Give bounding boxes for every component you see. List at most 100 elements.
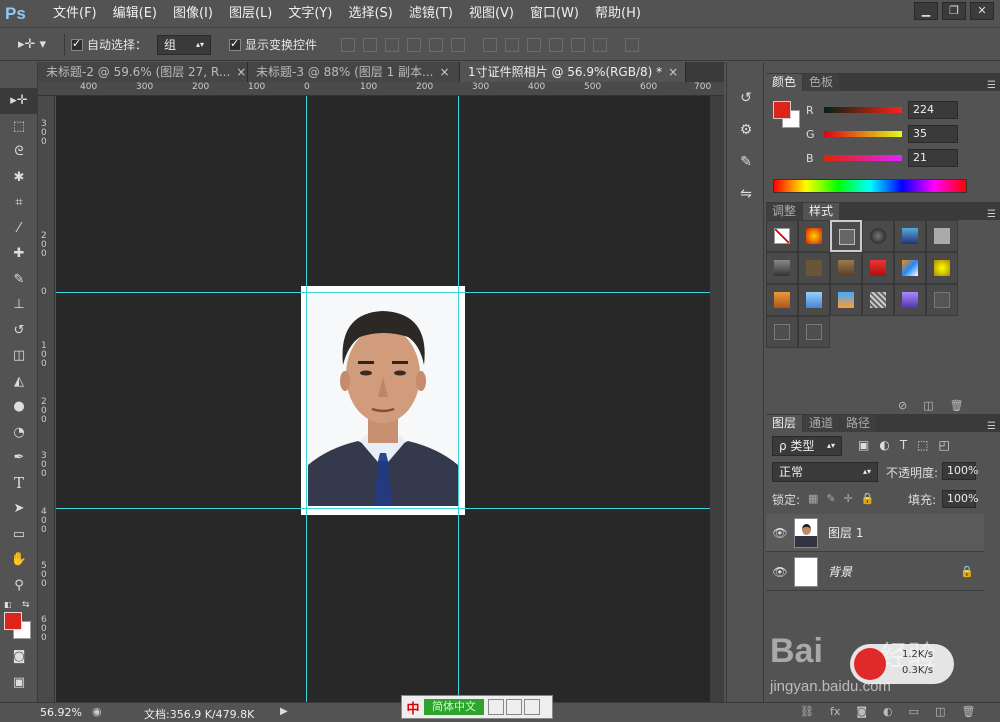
marquee-tool-icon[interactable]: ⬚ bbox=[0, 114, 38, 140]
path-selection-tool-icon[interactable]: ➤ bbox=[0, 496, 38, 522]
brush-panel-icon[interactable]: ✎ bbox=[727, 146, 765, 178]
style-swatch[interactable] bbox=[862, 284, 894, 316]
tab-close-icon[interactable]: × bbox=[439, 65, 449, 79]
tab-color[interactable]: 颜色 bbox=[766, 74, 803, 91]
fill-input[interactable]: 100% bbox=[942, 490, 978, 508]
channel-b-value[interactable]: 21 bbox=[908, 149, 958, 167]
eraser-tool-icon[interactable]: ◫ bbox=[0, 343, 38, 369]
guide-horizontal-2[interactable] bbox=[56, 508, 710, 509]
ime-icon[interactable]: 中 bbox=[402, 698, 424, 717]
auto-select-checkbox[interactable] bbox=[71, 37, 83, 51]
distribute-top-icon[interactable] bbox=[483, 37, 498, 52]
style-swatch[interactable] bbox=[798, 252, 830, 284]
clone-stamp-tool-icon[interactable]: ⊥ bbox=[0, 292, 38, 318]
distribute-hcenter-icon[interactable] bbox=[571, 37, 586, 52]
distribute-right-icon[interactable] bbox=[593, 37, 608, 52]
filter-type-icon[interactable]: T bbox=[900, 438, 907, 452]
canvas-vertical-scrollbar[interactable] bbox=[710, 96, 724, 702]
new-style-icon[interactable]: ◫ bbox=[923, 399, 933, 412]
filter-smart-object-icon[interactable]: ◰ bbox=[939, 438, 950, 452]
style-swatch[interactable] bbox=[894, 284, 926, 316]
ime-button[interactable] bbox=[488, 699, 504, 715]
style-swatch[interactable] bbox=[798, 284, 830, 316]
layer-name[interactable]: 背景 bbox=[828, 563, 852, 580]
distribute-left-icon[interactable] bbox=[549, 37, 564, 52]
tab-id-photo[interactable]: 1寸证件照相片 @ 56.9%(RGB/8) * × bbox=[460, 62, 686, 82]
align-left-icon[interactable] bbox=[407, 37, 422, 52]
ime-button[interactable] bbox=[506, 699, 522, 715]
opacity-input[interactable]: 100% bbox=[942, 462, 978, 480]
hand-tool-icon[interactable]: ✋ bbox=[0, 547, 38, 573]
tab-layers[interactable]: 图层 bbox=[766, 415, 803, 432]
channel-r-value[interactable]: 224 bbox=[908, 101, 958, 119]
tab-untitled-3[interactable]: 未标题-3 @ 88% (图层 1 副本... × bbox=[248, 62, 460, 82]
tab-styles[interactable]: 样式 bbox=[803, 203, 840, 220]
link-layers-icon[interactable]: ⛓ bbox=[800, 705, 814, 718]
guide-vertical-2[interactable] bbox=[458, 96, 459, 702]
layer-row-layer1[interactable]: 👁 图层 1 bbox=[766, 514, 984, 552]
style-swatch[interactable] bbox=[862, 252, 894, 284]
default-colors-icon[interactable]: ◧ bbox=[4, 600, 12, 609]
style-none[interactable] bbox=[766, 220, 798, 252]
rectangle-tool-icon[interactable]: ▭ bbox=[0, 522, 38, 548]
style-swatch[interactable] bbox=[830, 252, 862, 284]
guide-horizontal-1[interactable] bbox=[56, 292, 710, 293]
menu-layer[interactable]: 图层(L) bbox=[221, 0, 280, 28]
tab-adjustments[interactable]: 调整 bbox=[766, 203, 803, 220]
clear-style-icon[interactable]: ⊘ bbox=[898, 399, 907, 412]
filter-pixel-icon[interactable]: ▣ bbox=[858, 438, 869, 452]
crop-tool-icon[interactable]: ⌗ bbox=[0, 190, 38, 216]
brush-tool-icon[interactable]: ✎ bbox=[0, 267, 38, 293]
canvas-area[interactable] bbox=[56, 96, 710, 702]
guide-vertical-1[interactable] bbox=[306, 96, 307, 702]
distribute-bottom-icon[interactable] bbox=[527, 37, 542, 52]
minimize-button[interactable]: ▁ bbox=[914, 2, 938, 20]
move-tool-preset-icon[interactable]: ▸✛ ▾ bbox=[18, 37, 58, 52]
style-swatch[interactable] bbox=[830, 284, 862, 316]
style-swatch[interactable] bbox=[926, 284, 958, 316]
menu-view[interactable]: 视图(V) bbox=[461, 0, 522, 28]
delete-layer-icon[interactable]: 🗑 bbox=[961, 705, 975, 718]
restore-button[interactable]: ❐ bbox=[942, 2, 966, 20]
align-hcenter-icon[interactable] bbox=[429, 37, 444, 52]
align-top-icon[interactable] bbox=[341, 37, 356, 52]
auto-select-dropdown[interactable]: 组 ▴▾ bbox=[157, 34, 212, 55]
show-transform-checkbox[interactable] bbox=[229, 37, 242, 51]
style-swatch[interactable] bbox=[926, 220, 958, 252]
ime-mode-field[interactable]: 简体中文 bbox=[424, 699, 484, 715]
lasso-tool-icon[interactable]: ᘓ bbox=[0, 139, 38, 165]
style-swatch[interactable] bbox=[766, 316, 798, 348]
tab-close-icon[interactable]: × bbox=[668, 65, 678, 79]
eyedropper-tool-icon[interactable]: ⁄ bbox=[0, 216, 38, 242]
menu-help[interactable]: 帮助(H) bbox=[587, 0, 649, 28]
character-panel-icon[interactable]: ⇋ bbox=[727, 178, 765, 210]
menu-file[interactable]: 文件(F) bbox=[45, 0, 105, 28]
tab-swatches[interactable]: 色板 bbox=[803, 74, 840, 91]
menu-window[interactable]: 窗口(W) bbox=[522, 0, 587, 28]
document-canvas[interactable] bbox=[301, 286, 465, 515]
lock-position-icon[interactable]: ✛ bbox=[844, 492, 853, 505]
style-swatch[interactable] bbox=[830, 220, 862, 252]
align-right-icon[interactable] bbox=[451, 37, 466, 52]
menu-edit[interactable]: 编辑(E) bbox=[105, 0, 165, 28]
adjustment-layer-icon[interactable]: ◐ bbox=[883, 705, 893, 718]
auto-align-icon[interactable] bbox=[625, 37, 640, 52]
move-tool-icon[interactable]: ▸✛ bbox=[0, 88, 38, 114]
panel-menu-icon[interactable]: ☰ bbox=[987, 80, 996, 91]
tab-close-icon[interactable]: × bbox=[236, 65, 246, 79]
channel-b-slider[interactable] bbox=[824, 155, 902, 161]
style-swatch[interactable] bbox=[894, 220, 926, 252]
foreground-color-swatch[interactable] bbox=[4, 612, 22, 630]
channel-r-slider[interactable] bbox=[824, 107, 902, 113]
new-group-icon[interactable]: ▭ bbox=[909, 705, 919, 718]
zoom-tool-icon[interactable]: ⚲ bbox=[0, 573, 38, 599]
new-layer-icon[interactable]: ◫ bbox=[935, 705, 945, 718]
lock-transparent-icon[interactable]: ▦ bbox=[808, 492, 818, 505]
menu-select[interactable]: 选择(S) bbox=[340, 0, 400, 28]
color-spectrum-bar[interactable] bbox=[773, 179, 967, 193]
channel-g-value[interactable]: 35 bbox=[908, 125, 958, 143]
layer-mask-icon[interactable]: ◙ bbox=[856, 705, 867, 718]
screen-mode-icon[interactable]: ▣ bbox=[0, 670, 38, 696]
panel-menu-icon[interactable]: ☰ bbox=[987, 209, 996, 220]
visibility-eye-icon[interactable]: 👁 bbox=[766, 526, 794, 540]
